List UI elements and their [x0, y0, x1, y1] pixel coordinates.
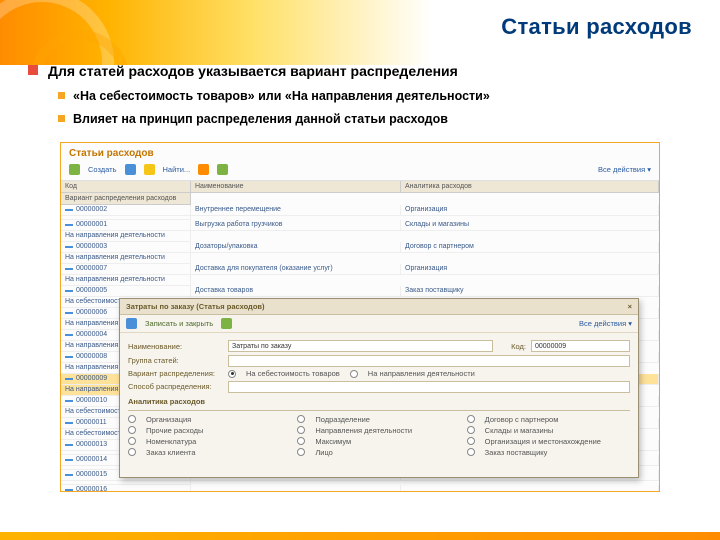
add-icon[interactable] [69, 164, 80, 175]
name-input[interactable] [228, 340, 493, 352]
method-input[interactable] [228, 381, 630, 393]
app-window-title: Статьи расходов [61, 143, 659, 162]
create-button[interactable]: Создать [88, 165, 117, 174]
col-header[interactable]: Код [61, 181, 191, 193]
tool-icon[interactable] [198, 164, 209, 175]
tool-icon[interactable] [144, 164, 155, 175]
tool-icon[interactable] [221, 318, 232, 329]
bullet-icon [58, 92, 65, 99]
analytics-option[interactable]: Прочие расходы [128, 426, 291, 435]
analytics-option[interactable]: Заказ поставщику [467, 448, 630, 457]
analytics-option[interactable]: Заказ клиента [128, 448, 291, 457]
table-row[interactable]: 00000016 [61, 485, 659, 492]
bullet-icon [28, 65, 38, 75]
field-label: Наименование: [128, 342, 223, 351]
page-title: Статьи расходов [28, 10, 692, 58]
analytics-option[interactable]: Направления деятельности [297, 426, 460, 435]
col-header[interactable]: Аналитика расходов [401, 181, 659, 193]
save-close-button[interactable]: Записать и закрыть [145, 319, 213, 328]
col-header[interactable]: Вариант распределения расходов [61, 193, 191, 205]
col-header[interactable]: Наименование [191, 181, 401, 193]
analytics-option[interactable]: Подразделение [297, 415, 460, 424]
group-input[interactable] [228, 355, 630, 367]
table-row[interactable]: 00000003Дозаторы/упаковкаДоговор с партн… [61, 242, 659, 264]
section-title: Аналитика расходов [128, 397, 630, 406]
footer-stripe [0, 532, 720, 540]
radio-direction[interactable] [350, 370, 358, 378]
save-icon[interactable] [126, 318, 137, 329]
bullet-level2: Влияет на принцип распределения данной с… [73, 111, 448, 128]
field-label: Код: [498, 342, 526, 351]
table-row[interactable]: 00000007Доставка для покупателя (оказани… [61, 264, 659, 286]
analytics-option[interactable]: Лицо [297, 448, 460, 457]
all-actions-link[interactable]: Все действия ▾ [579, 319, 632, 328]
analytics-option[interactable]: Склады и магазины [467, 426, 630, 435]
close-icon[interactable]: × [628, 302, 632, 311]
bullet-icon [58, 115, 65, 122]
app-toolbar: Создать Найти... Все действия ▾ [61, 162, 659, 181]
all-actions-link[interactable]: Все действия ▾ [598, 165, 651, 174]
bullet-level1: Для статей расходов указывается вариант … [48, 62, 458, 80]
field-label: Группа статей: [128, 356, 223, 365]
radio-label: На себестоимость товаров [246, 369, 340, 378]
analytics-option[interactable]: Номенклатура [128, 437, 291, 446]
analytics-option[interactable]: Максимум [297, 437, 460, 446]
find-button[interactable]: Найти... [163, 165, 191, 174]
tool-icon[interactable] [217, 164, 228, 175]
field-label: Вариант распределения: [128, 369, 223, 378]
analytics-option[interactable]: Договор с партнером [467, 415, 630, 424]
field-label: Способ распределения: [128, 382, 223, 391]
radio-label: На направления деятельности [368, 369, 475, 378]
dialog-title: Затраты по заказу (Статья расходов) [126, 302, 265, 311]
radio-cost[interactable] [228, 370, 236, 378]
code-input[interactable] [531, 340, 630, 352]
data-table: Код Наименование Аналитика расходов Вари… [61, 181, 659, 205]
tool-icon[interactable] [125, 164, 136, 175]
analytics-option[interactable]: Организация и местонахождение [467, 437, 630, 446]
table-row[interactable]: 00000001Выгрузка работа грузчиковСклады … [61, 220, 659, 242]
table-row[interactable]: 00000002Внутреннее перемещениеОрганизаци… [61, 205, 659, 220]
bullet-level2: «На себестоимость товаров» или «На напра… [73, 88, 490, 105]
dialog-window: Затраты по заказу (Статья расходов) × За… [119, 298, 639, 478]
analytics-option[interactable]: Организация [128, 415, 291, 424]
app-screenshot: Статьи расходов Создать Найти... Все дей… [60, 142, 660, 492]
